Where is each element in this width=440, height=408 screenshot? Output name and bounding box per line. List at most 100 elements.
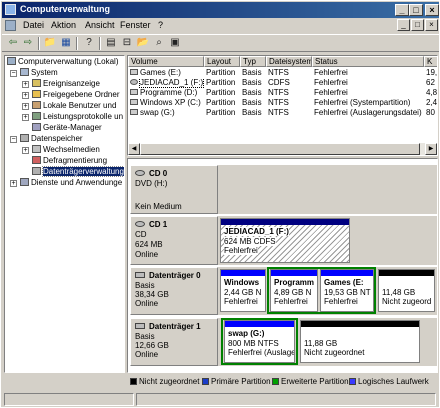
column-header-filesystem[interactable]: Dateisystem — [266, 56, 312, 67]
disk-area-cd0 — [218, 165, 437, 214]
shared-folder-icon — [32, 90, 41, 98]
tree-item-device-manager[interactable]: Geräte-Manager — [32, 123, 102, 133]
maximize-button[interactable]: □ — [409, 4, 423, 16]
scroll-thumb[interactable] — [140, 143, 420, 155]
partition-bar — [379, 270, 434, 276]
collapse-toggle[interactable]: − — [10, 70, 17, 77]
tree-item-removable-media[interactable]: Wechselmedien — [32, 145, 100, 155]
legend-primary: Primäre Partition — [202, 377, 271, 386]
expand-toggle[interactable]: + — [10, 180, 17, 187]
disk-label-cd1[interactable]: CD 1 CD 624 MB Online — [130, 216, 218, 265]
title-bar[interactable]: Computerverwaltung _ □ × — [2, 2, 439, 18]
collapse-toggle[interactable]: − — [10, 136, 17, 143]
expand-toggle[interactable]: + — [22, 103, 29, 110]
column-header-typ[interactable]: Typ — [240, 56, 266, 67]
tree-item-system[interactable]: System — [20, 68, 58, 78]
legend: Nicht zugeordnet Primäre Partition Erwei… — [127, 374, 438, 388]
scroll-right-button[interactable]: ▶ — [425, 143, 437, 155]
tree-item-storage[interactable]: Datenspeicher — [20, 134, 83, 144]
column-header-status[interactable]: Status — [312, 56, 424, 67]
disk-icon[interactable]: ⊟ — [120, 37, 134, 50]
partition-bar — [221, 219, 349, 225]
cd-drive-icon — [135, 221, 145, 227]
partition-windows[interactable]: Windows 2,44 GB N Fehlerfrei — [220, 269, 266, 312]
menu-ansicht[interactable]: Ansicht — [85, 20, 115, 30]
status-bar — [2, 392, 439, 407]
disk-graphic-view: CD 0 DVD (H:) Kein Medium CD 1 CD 624 MB… — [127, 158, 438, 373]
disk-label-disk1[interactable]: Datenträger 1 Basis 12,66 GB Online — [130, 318, 218, 366]
console-tree: Computerverwaltung (Lokal) − System + Er… — [4, 55, 125, 373]
status-pane — [136, 393, 436, 406]
menu-aktion[interactable]: Aktion — [51, 20, 76, 30]
partition-unallocated[interactable]: 11,48 GB Nicht zugeord — [378, 269, 435, 312]
volume-icon — [130, 99, 138, 105]
column-header-layout[interactable]: Layout — [204, 56, 240, 67]
app-icon — [5, 4, 16, 15]
tree-item-defrag[interactable]: Defragmentierung — [32, 156, 107, 166]
window-title: Computerverwaltung — [20, 4, 111, 14]
tree-root[interactable]: Computerverwaltung (Lokal) — [7, 57, 119, 67]
partition-games[interactable]: Games (E: 19,53 GB NT Fehlerfrei — [320, 269, 374, 312]
tree-item-disk-management[interactable]: Datenträgerverwaltung — [32, 166, 124, 177]
menu-bar: Datei Aktion Ansicht Fenster ? _ □ × — [2, 18, 439, 33]
back-icon[interactable]: ⇦ — [6, 37, 20, 50]
volume-list: Volume Layout Typ Dateisystem Status K G… — [127, 55, 438, 156]
partition-unallocated[interactable]: 11,88 GB Nicht zugeordnet — [300, 320, 420, 363]
menu-datei[interactable]: Datei — [23, 20, 44, 30]
child-minimize-button[interactable]: _ — [397, 19, 410, 31]
disk-label-cd0[interactable]: CD 0 DVD (H:) Kein Medium — [130, 165, 218, 214]
status-pane — [4, 393, 134, 406]
tree-item-event-viewer[interactable]: Ereignisanzeige — [32, 79, 100, 89]
toolbar-separator — [38, 37, 40, 50]
properties-icon[interactable]: ▤ — [104, 37, 118, 50]
close-button[interactable]: × — [425, 4, 439, 16]
partition-swap[interactable]: swap (G:) 800 MB NTFS Fehlerfrei (Auslag… — [224, 320, 295, 363]
volume-icon — [130, 69, 138, 75]
expand-toggle[interactable]: + — [22, 147, 29, 154]
tree-item-services[interactable]: Dienste und Anwendunge — [20, 178, 122, 188]
partition-jediacad[interactable]: JEDIACAD_1 (F:) 624 MB CDFS Fehlerfrei — [220, 218, 350, 263]
column-header-volume[interactable]: Volume — [128, 56, 204, 67]
tree-item-performance-logs[interactable]: Leistungsprotokolle un — [32, 112, 123, 122]
help-icon[interactable]: ? — [82, 37, 96, 50]
menu-fenster[interactable]: Fenster — [120, 20, 151, 30]
show-hide-tree-icon[interactable]: ▦ — [59, 37, 73, 50]
tree-item-shared-folders[interactable]: Freigegebene Ordner — [32, 90, 120, 100]
main-window: Computerverwaltung _ □ × Datei Aktion An… — [0, 0, 440, 408]
disk-management-icon — [32, 167, 41, 175]
device-manager-icon — [32, 123, 41, 131]
toolbar-separator — [99, 37, 101, 50]
cd-icon — [130, 79, 138, 85]
legend-extended: Erweiterte Partition — [272, 377, 349, 386]
volume-icon — [130, 109, 138, 115]
removable-media-icon — [32, 145, 41, 153]
partition-programme[interactable]: Programm 4,89 GB N Fehlerfrei — [270, 269, 318, 312]
column-header-capacity[interactable]: K — [424, 56, 437, 67]
toolbar-separator — [76, 37, 78, 50]
users-icon — [32, 101, 41, 109]
expand-toggle[interactable]: + — [22, 92, 29, 99]
up-folder-icon[interactable]: 📁 — [43, 37, 57, 50]
open-folder-icon[interactable]: 📂 — [136, 37, 150, 50]
disk-label-disk0[interactable]: Datenträger 0 Basis 38,34 GB Online — [130, 267, 218, 315]
horizontal-scrollbar[interactable]: ◀ ▶ — [128, 143, 437, 155]
search-icon[interactable]: ⌕ — [152, 37, 166, 50]
defrag-icon — [32, 156, 41, 164]
partition-bar — [321, 270, 373, 276]
partition-bar — [221, 270, 265, 276]
tree-item-local-users[interactable]: Lokale Benutzer und — [32, 101, 116, 111]
forward-icon[interactable]: ⇨ — [21, 37, 35, 50]
menu-help[interactable]: ? — [158, 20, 163, 30]
expand-toggle[interactable]: + — [22, 114, 29, 121]
system-icon — [20, 68, 29, 76]
minimize-button[interactable]: _ — [395, 4, 409, 16]
child-restore-button[interactable]: □ — [411, 19, 424, 31]
volume-icon — [130, 89, 138, 95]
event-viewer-icon — [32, 79, 41, 87]
console-icon[interactable] — [5, 20, 16, 31]
scroll-left-button[interactable]: ◀ — [128, 143, 140, 155]
expand-toggle[interactable]: + — [22, 81, 29, 88]
cd-drive-icon — [135, 170, 145, 176]
child-close-button[interactable]: × — [425, 19, 438, 31]
view-icon[interactable]: ▣ — [168, 37, 182, 50]
